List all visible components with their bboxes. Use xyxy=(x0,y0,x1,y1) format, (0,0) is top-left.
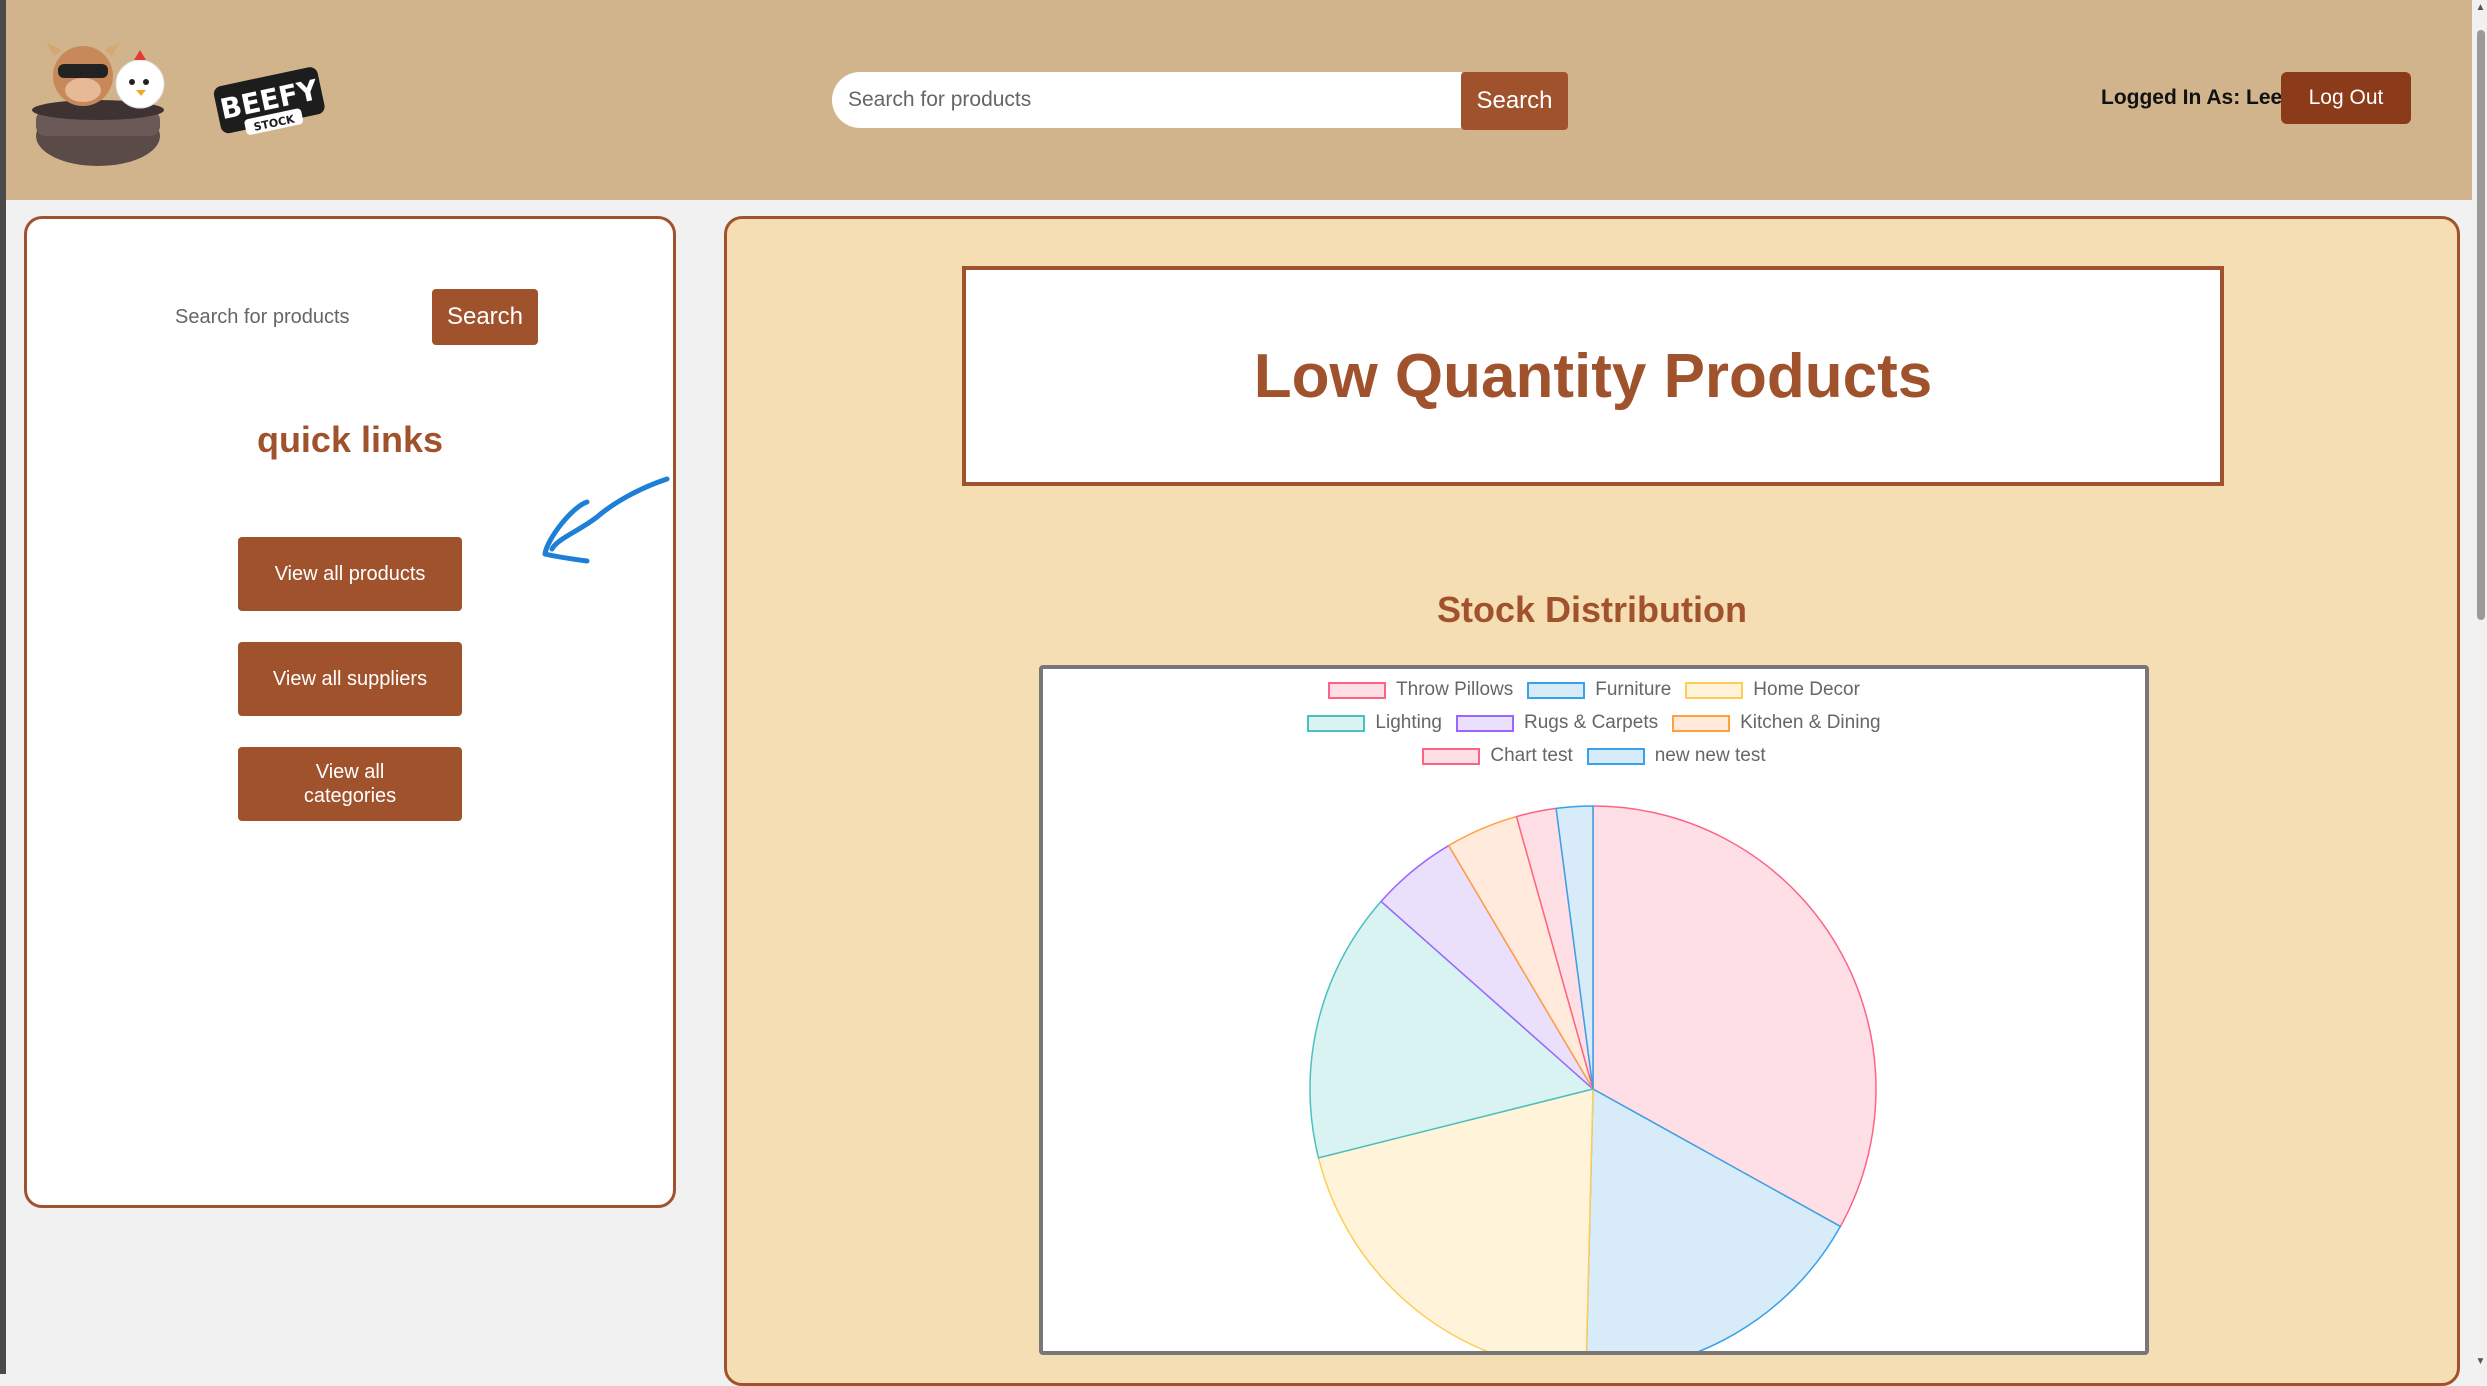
beefy-stock-logo[interactable]: BEEFY STOCK xyxy=(210,54,330,144)
stock-distribution-chart: Throw Pillows Furniture Home Decor Lightin… xyxy=(1039,665,2149,1355)
sidebar-search-button[interactable]: Search xyxy=(432,289,538,345)
window-frame xyxy=(0,0,6,1374)
page-title-box: Low Quantity Products xyxy=(962,266,2224,486)
quick-links-heading: quick links xyxy=(256,419,444,460)
scrollbar-thumb[interactable] xyxy=(2477,30,2485,620)
header-search-button[interactable]: Search xyxy=(1461,72,1568,130)
view-all-suppliers-button[interactable]: View all suppliers xyxy=(238,642,462,716)
scroll-down-icon[interactable]: ▼ xyxy=(2474,1356,2487,1370)
view-all-categories-button[interactable]: View all categories xyxy=(238,747,462,821)
view-all-products-button[interactable]: View all products xyxy=(238,537,462,611)
top-header: BEEFY STOCK Search Logged In As: Lee Log… xyxy=(6,0,2472,200)
mascot-logo-icon[interactable] xyxy=(28,18,198,168)
hand-drawn-arrow-annotation xyxy=(542,476,670,564)
chart-title: Stock Distribution xyxy=(1436,589,1747,630)
pie-chart[interactable] xyxy=(1043,669,2145,1351)
page-title: Low Quantity Products xyxy=(1253,341,1933,411)
logout-button[interactable]: Log Out xyxy=(2281,72,2411,124)
sidebar: Search quick links View all products Vie… xyxy=(24,216,676,1208)
scroll-up-icon[interactable]: ▲ xyxy=(2474,2,2487,16)
logged-in-label: Logged In As: Lee xyxy=(2101,86,2283,109)
sidebar-search-input[interactable] xyxy=(163,297,423,337)
main-panel: Low Quantity Products Stock Distribution… xyxy=(724,216,2460,1386)
header-search-input[interactable] xyxy=(832,72,1462,128)
